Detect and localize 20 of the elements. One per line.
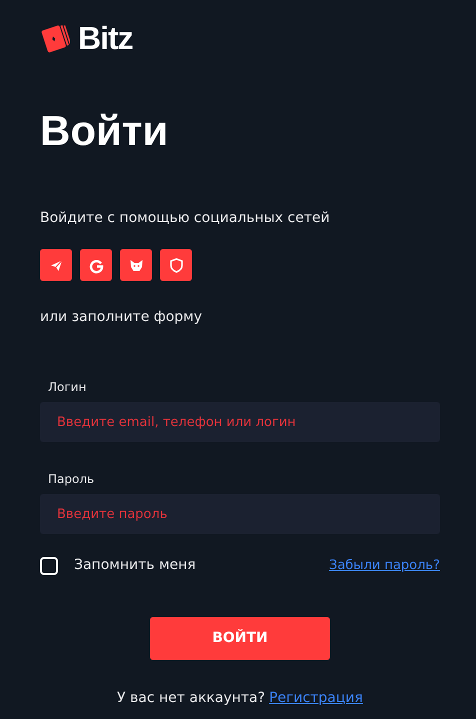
login-button[interactable]: ВОЙТИ bbox=[150, 617, 330, 660]
forgot-password-link[interactable]: Забыли пароль? bbox=[328, 556, 440, 576]
shield-icon bbox=[168, 256, 184, 274]
no-account-text: У вас нет аккаунта? bbox=[117, 689, 266, 708]
telegram-login-button[interactable] bbox=[40, 249, 72, 282]
remember-label: Запомнить меня bbox=[74, 556, 196, 576]
field-label: Логин bbox=[47, 379, 88, 396]
social-caption: Войдите с помощью социальных сетей bbox=[40, 209, 331, 228]
form-caption: или заполните форму bbox=[40, 308, 204, 328]
google-login-button[interactable] bbox=[80, 249, 112, 282]
fox-login-button[interactable] bbox=[120, 249, 152, 282]
shield-login-button[interactable] bbox=[160, 249, 192, 282]
input-field[interactable]: Введите email, телефон или логин bbox=[40, 402, 440, 442]
card-logo-icon bbox=[40, 23, 70, 53]
remember-checkbox[interactable] bbox=[40, 556, 58, 575]
field-label: Пароль bbox=[47, 471, 96, 488]
page-title: Войти bbox=[40, 106, 170, 156]
logo-wordmark: Bitz bbox=[78, 22, 133, 54]
input-field[interactable]: Введите пароль bbox=[40, 494, 440, 534]
register-link[interactable]: Регистрация bbox=[269, 688, 363, 710]
